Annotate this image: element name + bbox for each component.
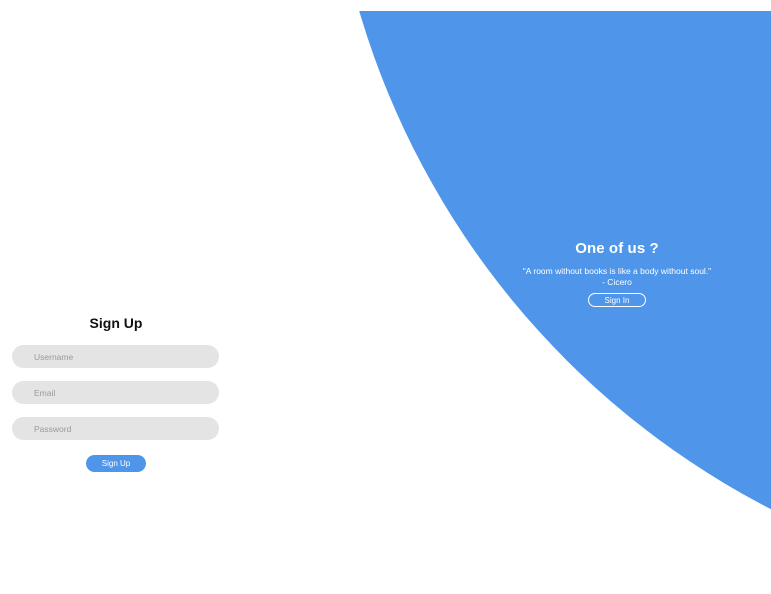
signup-button[interactable]: Sign Up (86, 455, 146, 472)
username-input[interactable] (12, 345, 219, 368)
content-overlay: One of us ? "A room without books is lik… (0, 0, 771, 594)
quote-author: - Cicero (602, 277, 632, 287)
sign-in-panel-content: One of us ? "A room without books is lik… (489, 240, 745, 307)
panel-title: One of us ? (575, 240, 659, 257)
email-input[interactable] (12, 381, 219, 404)
password-input[interactable] (12, 417, 219, 440)
sign-in-button[interactable]: Sign In (588, 293, 646, 307)
signup-title: Sign Up (89, 315, 143, 331)
quote-text: "A room without books is like a body wit… (522, 266, 712, 276)
login-signup-page: One of us ? "A room without books is lik… (0, 0, 771, 594)
